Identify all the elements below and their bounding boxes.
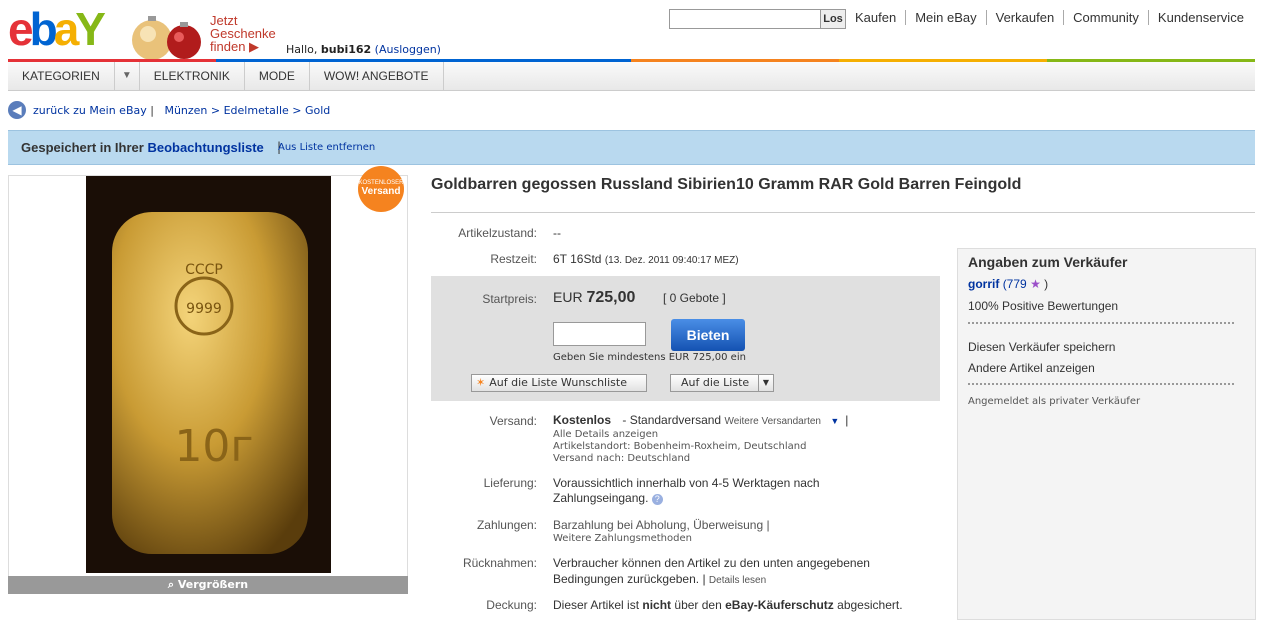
magnifier-icon: ⌕ (167, 578, 175, 591)
category-path[interactable]: Münzen > Edelmetalle > Gold (164, 104, 330, 117)
divider (968, 383, 1234, 385)
bid-button[interactable]: Bieten (671, 319, 745, 351)
remove-from-list-link[interactable]: Aus Liste entfernen (278, 142, 375, 153)
nav-verkaufen[interactable]: Verkaufen (985, 10, 1064, 25)
delivery-line2: Zahlungseingang. ? (553, 491, 663, 505)
nav-kundenservice[interactable]: Kundenservice (1147, 10, 1253, 25)
ebay-logo[interactable]: ebaY (8, 6, 106, 52)
chevron-down-icon[interactable]: ▼ (824, 416, 845, 426)
svg-text:9999: 9999 (186, 301, 222, 317)
seller-name-link[interactable]: gorrif (968, 277, 999, 291)
watchlist-link[interactable]: Beobachtungsliste (147, 140, 263, 155)
more-payment-link[interactable]: Weitere Zahlungsmethoden (553, 533, 692, 544)
shipping-details-link[interactable]: Alle Details anzeigen (553, 429, 658, 440)
ships-to: Versand nach: Deutschland (553, 453, 691, 464)
bid-amount-input[interactable] (553, 322, 646, 346)
coverage-label: Deckung: (486, 598, 537, 612)
search-button[interactable]: Los (820, 9, 846, 29)
christmas-ornaments-icon (132, 16, 201, 60)
other-items-link[interactable]: Andere Artikel anzeigen (968, 361, 1095, 375)
watchlist-text: Gespeichert in Ihrer Beobachtungsliste (21, 140, 264, 155)
cat-wow-angebote[interactable]: WOW! ANGEBOTE (310, 62, 444, 90)
back-link[interactable]: zurück zu Mein eBay (33, 104, 147, 117)
time-left: 6T 16Std (13. Dez. 2011 09:40:17 MEZ) (553, 252, 739, 266)
payment-value: Barzahlung bei Abholung, Überweisung | (553, 518, 770, 532)
item-location: Artikelstandort: Bobenheim-Roxheim, Deut… (553, 441, 807, 452)
price: EUR 725,00 (553, 289, 636, 306)
categories-menu[interactable]: KATEGORIEN (8, 62, 115, 90)
dropdown-arrow-icon[interactable]: ▼ (758, 375, 773, 391)
star-icon: ✶ (476, 376, 486, 389)
product-image[interactable]: 9999 CCCP 10г (86, 176, 331, 573)
seller-info: gorrif (779 ★ ) (968, 277, 1049, 291)
star-icon: ★ (1030, 277, 1041, 291)
chevron-down-icon[interactable]: ▼ (115, 62, 140, 90)
shipping-label: Versand: (489, 414, 537, 428)
cat-mode[interactable]: MODE (245, 62, 310, 90)
time-label: Restzeit: (490, 252, 537, 266)
save-seller-link[interactable]: Diesen Verkäufer speichern (968, 340, 1115, 354)
search-input[interactable] (669, 9, 821, 29)
logout-link[interactable]: (Ausloggen) (375, 43, 441, 56)
free-shipping-badge: KOSTENLOSER Versand (358, 166, 404, 212)
add-to-list-button[interactable]: Auf die Liste ▼ (670, 374, 774, 392)
returns-line1: Verbraucher können den Artikel zu den un… (553, 556, 870, 570)
category-bar: KATEGORIEN ▼ ELEKTRONIK MODE WOW! ANGEBO… (8, 62, 1255, 91)
condition-value: -- (553, 226, 561, 240)
svg-text:10г: 10г (174, 421, 253, 472)
item-title: Goldbarren gegossen Russland Sibirien10 … (431, 176, 1022, 193)
nav-community[interactable]: Community (1063, 10, 1148, 25)
feedback-score-link[interactable]: (779 (1003, 277, 1027, 291)
divider (431, 212, 1255, 213)
delivery-label: Lieferung: (483, 476, 537, 490)
top-nav: Kaufen Mein eBay Verkaufen Community Kun… (846, 10, 1253, 25)
returns-label: Rücknahmen: (462, 556, 537, 570)
seller-heading: Angaben zum Verkäufer (968, 254, 1128, 270)
zoom-button[interactable]: ⌕ Vergrößern (8, 576, 408, 594)
bid-hint: Geben Sie mindestens EUR 725,00 ein (553, 352, 746, 363)
greeting: Hallo, bubi162 (Ausloggen) (286, 43, 441, 56)
back-arrow-icon[interactable]: ◀ (8, 101, 26, 119)
svg-text:CCCP: CCCP (185, 262, 223, 278)
seller-type: Angemeldet als privater Verkäufer (968, 396, 1141, 407)
delivery-line1: Voraussichtlich innerhalb von 4-5 Werkta… (553, 476, 820, 490)
return-details-link[interactable]: Details lesen (709, 575, 766, 586)
help-icon[interactable]: ? (651, 494, 663, 505)
price-label: Startpreis: (482, 292, 537, 306)
payment-label: Zahlungen: (476, 518, 537, 532)
nav-kaufen[interactable]: Kaufen (846, 10, 905, 25)
coverage-text: Dieser Artikel ist nicht über den eBay-K… (553, 598, 903, 612)
nav-mein-ebay[interactable]: Mein eBay (905, 10, 985, 25)
shipping-value: Kostenlos - Standardversand Weitere Vers… (553, 413, 849, 427)
returns-line2: Bedingungen zurückgeben. | Details lesen (553, 572, 767, 586)
wishlist-button[interactable]: ✶ Auf die Liste Wunschliste (471, 374, 647, 392)
holiday-promo[interactable]: Jetzt Geschenke finden ▶ (210, 14, 276, 53)
condition-label: Artikelzustand: (458, 226, 537, 240)
divider (968, 322, 1234, 324)
username: bubi162 (320, 43, 372, 56)
bid-count-link[interactable]: [ 0 Gebote ] (663, 291, 726, 305)
gold-bar-image: 9999 CCCP 10г (86, 176, 331, 573)
breadcrumb: zurück zu Mein eBay | Münzen > Edelmetal… (33, 104, 331, 117)
cat-elektronik[interactable]: ELEKTRONIK (140, 62, 245, 90)
positive-feedback: 100% Positive Bewertungen (968, 299, 1119, 313)
more-shipping-link[interactable]: Weitere Versandarten (724, 416, 821, 427)
